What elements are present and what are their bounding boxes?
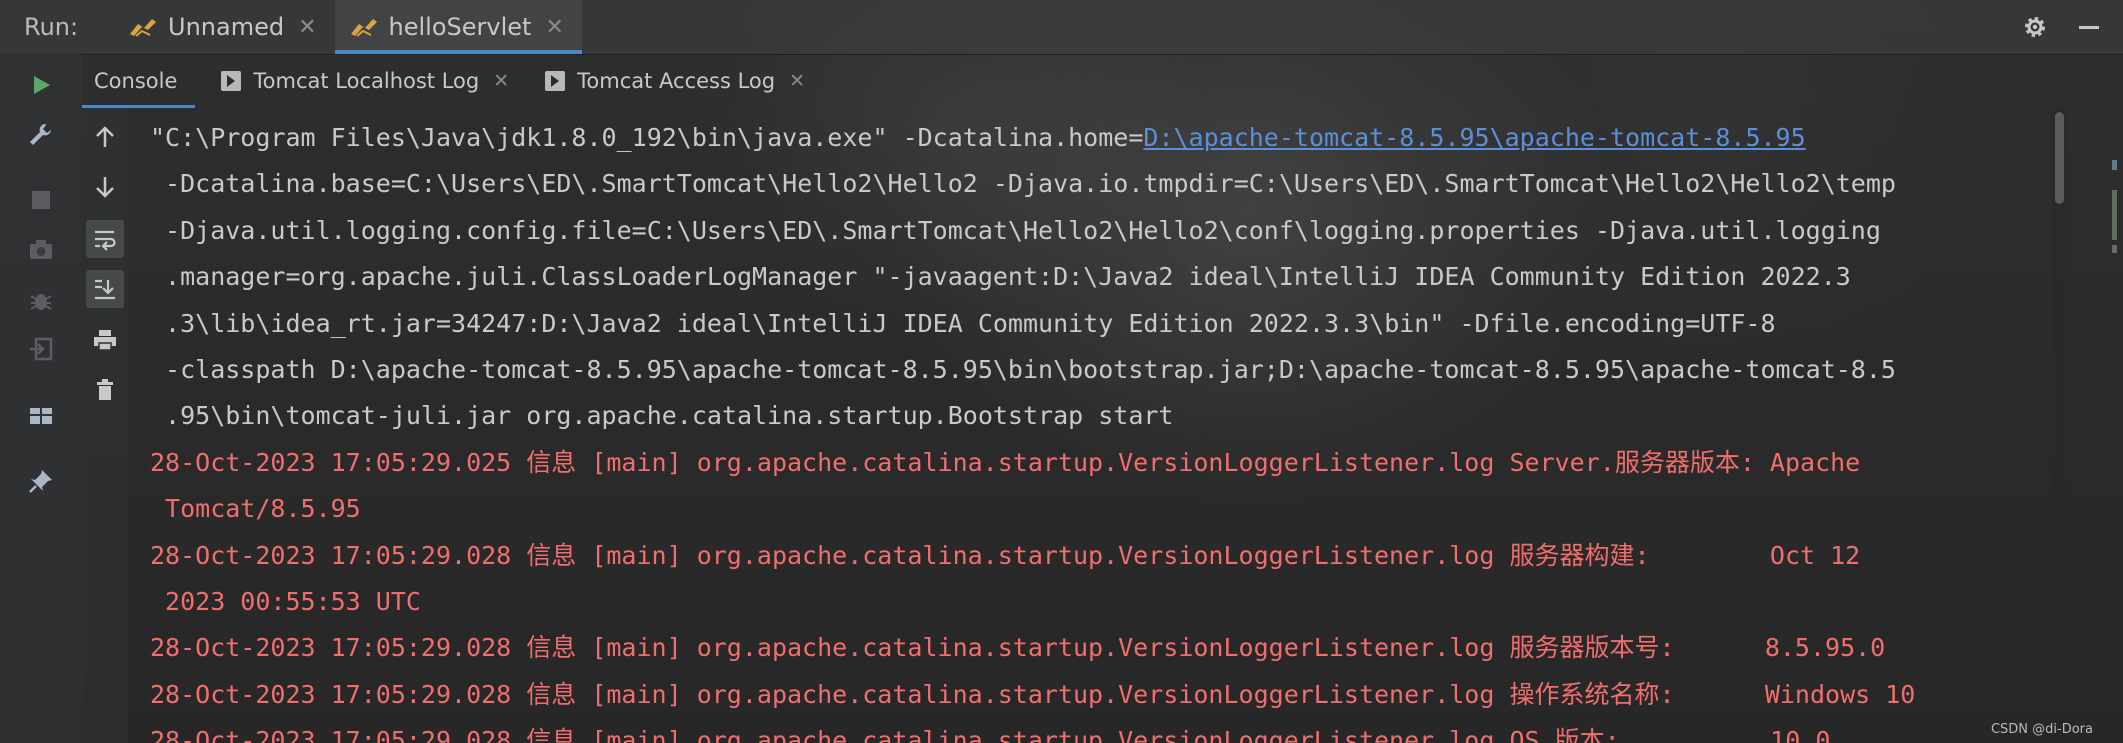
exit-icon[interactable] xyxy=(24,332,58,366)
console-line: -Dcatalina.base=C:\Users\ED\.SmartTomcat… xyxy=(150,169,1896,199)
layout-icon[interactable] xyxy=(24,399,58,433)
log-line: 28-Oct-2023 17:05:29.028 信息 [main] org.a… xyxy=(150,726,1831,743)
run-left-toolbar xyxy=(0,54,82,743)
gear-icon[interactable] xyxy=(2021,13,2049,41)
run-tool-window-header: Run: Unnamed ✕ helloServlet ✕ xyxy=(0,0,2123,55)
console-line: -Djava.util.logging.config.file=C:\Users… xyxy=(150,215,1881,245)
console-output[interactable]: "C:\Program Files\Java\jdk1.8.0_192\bin\… xyxy=(150,115,2050,743)
run-tab-label: helloServlet xyxy=(388,13,532,41)
minimize-icon[interactable] xyxy=(2075,13,2103,41)
log-file-icon xyxy=(545,71,566,91)
tab-label: Console xyxy=(94,69,178,93)
pin-icon[interactable] xyxy=(24,464,58,498)
watermark-text: CSDN @di-Dora xyxy=(1990,722,2093,737)
console-tabs: Console Tomcat Localhost Log ✕ Tomcat Ac… xyxy=(82,54,2082,108)
arrow-up-icon[interactable] xyxy=(88,120,122,154)
tab-tomcat-localhost-log[interactable]: Tomcat Localhost Log ✕ xyxy=(203,54,527,108)
console-toolbar xyxy=(82,108,128,743)
tab-label: Tomcat Localhost Log xyxy=(253,69,480,93)
tab-console[interactable]: Console xyxy=(82,54,196,108)
tomcat-icon xyxy=(130,19,156,37)
run-tab-helloservlet[interactable]: helloServlet ✕ xyxy=(334,0,583,54)
run-tab-unnamed[interactable]: Unnamed ✕ xyxy=(114,0,335,54)
wrench-icon[interactable] xyxy=(24,118,58,152)
log-line: Tomcat/8.5.95 xyxy=(150,494,361,524)
tab-label: Tomcat Access Log xyxy=(577,69,776,93)
close-icon[interactable]: ✕ xyxy=(545,15,563,40)
soft-wrap-icon[interactable] xyxy=(86,220,124,258)
close-icon[interactable]: ✕ xyxy=(789,70,805,92)
close-icon[interactable]: ✕ xyxy=(298,15,316,40)
run-icon[interactable] xyxy=(24,68,58,102)
log-line: 28-Oct-2023 17:05:29.028 信息 [main] org.a… xyxy=(150,679,1916,709)
run-header-actions xyxy=(2021,0,2103,54)
console-line: .95\bin\tomcat-juli.jar org.apache.catal… xyxy=(150,401,1174,431)
trash-icon[interactable] xyxy=(88,373,122,407)
run-tab-label: Unnamed xyxy=(168,13,285,41)
console-line: -classpath D:\apache-tomcat-8.5.95\apach… xyxy=(150,354,1896,384)
tomcat-icon xyxy=(350,19,377,37)
tomcat-home-link[interactable]: D:\apache-tomcat-8.5.95\apache-tomcat-8.… xyxy=(1143,123,1805,152)
log-line: 28-Oct-2023 17:05:29.028 信息 [main] org.a… xyxy=(150,540,1861,570)
debug-bug-icon[interactable] xyxy=(24,283,58,317)
print-icon[interactable] xyxy=(88,323,122,357)
vertical-scrollbar-thumb[interactable] xyxy=(2055,112,2064,204)
stop-icon[interactable] xyxy=(24,183,58,217)
log-line: 28-Oct-2023 17:05:29.028 信息 [main] org.a… xyxy=(150,633,1886,663)
tab-tomcat-access-log[interactable]: Tomcat Access Log ✕ xyxy=(527,54,823,108)
console-line: .manager=org.apache.juli.ClassLoaderLogM… xyxy=(150,262,1851,292)
run-label: Run: xyxy=(24,13,79,41)
log-line: 28-Oct-2023 17:05:29.025 信息 [main] org.a… xyxy=(150,447,1861,477)
camera-icon[interactable] xyxy=(24,233,58,267)
arrow-down-icon[interactable] xyxy=(88,170,122,204)
console-line: .3\lib\idea_rt.jar=34247:D:\Java2 ideal\… xyxy=(150,308,1776,338)
log-line: 2023 00:55:53 UTC xyxy=(150,586,421,616)
scroll-to-end-icon[interactable] xyxy=(86,270,124,308)
close-icon[interactable]: ✕ xyxy=(493,70,509,92)
console-line: "C:\Program Files\Java\jdk1.8.0_192\bin\… xyxy=(150,123,1806,152)
editor-marker-gutter xyxy=(2112,160,2117,253)
log-file-icon xyxy=(221,71,242,91)
